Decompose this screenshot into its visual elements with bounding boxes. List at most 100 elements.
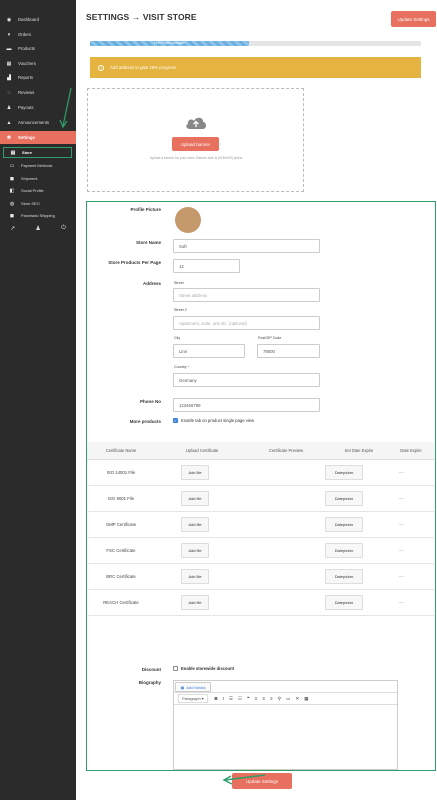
sidebar-bottom-icons: ↗ ♟ ⏻ (0, 223, 76, 233)
checkbox-unchecked-icon[interactable] (173, 666, 178, 671)
add-file-button[interactable]: Add file (181, 465, 209, 480)
truck-icon: ◼ (9, 175, 15, 182)
checkbox-checked-icon[interactable]: ✓ (173, 418, 178, 423)
datepicker-button[interactable]: Datepicker (325, 465, 363, 480)
profile-icon[interactable]: ♟ (35, 225, 40, 232)
certificate-name: GMP Certificate (105, 522, 137, 527)
progress-alert: ! Add address to gain 25% progress (90, 57, 421, 78)
sidebar-subitem-store-seo[interactable]: ◍ Store SEO (3, 198, 76, 209)
add-file-button[interactable]: Add file (181, 491, 209, 506)
fullscreen-icon[interactable]: ✕ (295, 696, 299, 702)
upload-banner-button[interactable]: Upload banner (172, 137, 219, 151)
main-content: SETTINGS → VISIT STORE Update Settings 1… (76, 0, 437, 800)
sidebar-subitem-store[interactable]: ▤ Store (3, 147, 72, 158)
sidebar-subitem-parcelado-shipping[interactable]: ◼ Parcelado Shipping (3, 210, 76, 221)
sidebar-item-announcements[interactable]: ▲ Announcements (0, 116, 76, 129)
bank-icon: ▤ (10, 149, 16, 156)
store-name-label: Store Name (135, 240, 161, 245)
read-more-icon[interactable]: ▭ (286, 696, 290, 702)
box-icon: ▬ (6, 45, 12, 52)
datepicker-button[interactable]: Datepicker (325, 543, 363, 558)
bullet-list-icon[interactable]: ☰ (229, 696, 233, 702)
sidebar-subitem-label: Social Profile (21, 188, 44, 193)
date-expire-value: --- (399, 496, 404, 501)
align-center-icon[interactable]: ≡ (262, 696, 265, 701)
sidebar-item-label: Payouts (18, 105, 34, 110)
sidebar-subitem-shipment[interactable]: ◼ Shipment (3, 173, 76, 184)
street2-input[interactable]: Apartment, suite, unit etc. (optional) (173, 316, 320, 330)
add-media-button[interactable]: ▣ Add Media (175, 682, 211, 692)
country-select[interactable]: Germany (173, 373, 320, 387)
sidebar-item-settings[interactable]: ✱ Settings (0, 131, 76, 144)
phone-input[interactable]: 123456789 (173, 398, 320, 412)
sidebar-item-payouts[interactable]: ♟ Payouts (0, 101, 76, 114)
certificate-name: REACH Certificate (103, 600, 139, 605)
comments-icon: ◌ (7, 89, 11, 96)
products-per-page-input[interactable]: 12 (173, 259, 240, 273)
datepicker-button[interactable]: Datepicker (325, 491, 363, 506)
date-expire-value: --- (399, 522, 404, 527)
avatar[interactable] (175, 207, 201, 233)
external-link-icon[interactable]: ↗ (10, 225, 15, 232)
sidebar-item-dashboard[interactable]: ◉ Dashboard (0, 13, 76, 26)
sidebar-item-label: Dashboard (18, 17, 40, 22)
datepicker-button[interactable]: Datepicker (325, 595, 363, 610)
banner-upload-area[interactable]: Upload banner Upload a banner for your s… (87, 88, 304, 192)
sidebar-item-label: Reports (18, 75, 34, 80)
zip-input[interactable]: 79000 (257, 344, 320, 358)
add-file-button[interactable]: Add file (181, 569, 209, 584)
discount-label: Discount (141, 667, 161, 672)
add-file-button[interactable]: Add file (181, 543, 209, 558)
add-file-button[interactable]: Add file (181, 517, 209, 532)
biography-label: Biography (138, 680, 161, 685)
more-products-label: More products (129, 419, 161, 424)
discount-checkbox[interactable]: Enable storewide discount (173, 666, 234, 671)
sidebar-subitem-social-profile[interactable]: ◧ Social Profile (3, 185, 76, 196)
blockquote-icon[interactable]: ❝ (247, 696, 249, 702)
sidebar-item-label: Orders (18, 32, 32, 37)
profile-progress-bar: 15% Profile complete (90, 41, 421, 46)
add-file-button[interactable]: Add file (181, 595, 209, 610)
sidebar-subitem-label: Store (22, 150, 32, 155)
sidebar-item-orders[interactable]: ▾ Orders (0, 28, 76, 41)
certificate-name: ISO 14001 File (106, 470, 136, 475)
col-date-expire: Date Expire (400, 448, 422, 453)
sidebar-item-label: Settings (18, 135, 35, 140)
align-right-icon[interactable]: ≡ (270, 696, 273, 701)
city-input[interactable]: Linn (173, 344, 245, 358)
sidebar-subitem-label: Store SEO (21, 201, 40, 206)
paragraph-select[interactable]: Paragraph ▾ (178, 694, 208, 703)
update-settings-button[interactable]: Update Settings (232, 773, 292, 789)
table-row: BRC Certificate Add file Datepicker --- (87, 564, 434, 590)
datepicker-button[interactable]: Datepicker (325, 517, 363, 532)
more-products-checkbox[interactable]: ✓ Enable tab on product single page view (173, 418, 254, 423)
update-settings-button-top[interactable]: Update Settings (391, 11, 436, 27)
date-expire-value: --- (399, 600, 404, 605)
bold-icon[interactable]: B (214, 696, 217, 701)
sidebar-subitem-payment-methods[interactable]: ▭ Payment Methods (3, 160, 76, 171)
zip-label: Post/ZIP Code (258, 336, 282, 340)
info-icon: ! (98, 64, 104, 71)
certificate-name: BRC Certificate (106, 574, 136, 579)
link-icon[interactable]: ⚲ (278, 696, 281, 702)
biography-editor[interactable]: ▣ Add Media Paragraph ▾ B I ☰ ☷ ❝ ≡ ≡ ≡ ⚲ ▭ ✕ ▦ (173, 680, 398, 770)
datepicker-button[interactable]: Datepicker (325, 569, 363, 584)
sidebar-item-vouchers[interactable]: ▦ Vouchers (0, 57, 76, 70)
truck-icon: ◼ (9, 212, 15, 219)
date-expire-value: --- (399, 548, 404, 553)
toolbar-toggle-icon[interactable]: ▦ (304, 696, 308, 702)
align-left-icon[interactable]: ≡ (255, 696, 258, 701)
store-name-input[interactable]: Soft (173, 239, 320, 253)
power-icon[interactable]: ⏻ (61, 225, 66, 232)
globe-icon: ◍ (9, 200, 15, 207)
sidebar-item-reports[interactable]: ▟ Reports (0, 71, 76, 84)
sidebar-item-reviews[interactable]: ◌ Reviews (0, 86, 76, 99)
numbered-list-icon[interactable]: ☷ (238, 696, 242, 702)
street-input[interactable]: Street address (173, 288, 320, 302)
col-upload-certificate: Upload Certificate (185, 448, 219, 453)
address-label: Address (142, 281, 161, 286)
page-title: SETTINGS → VISIT STORE (86, 12, 197, 22)
table-row: FSC Certificate Add file Datepicker --- (87, 538, 434, 564)
sidebar-item-products[interactable]: ▬ Products (0, 42, 76, 55)
italic-icon[interactable]: I (223, 696, 224, 701)
